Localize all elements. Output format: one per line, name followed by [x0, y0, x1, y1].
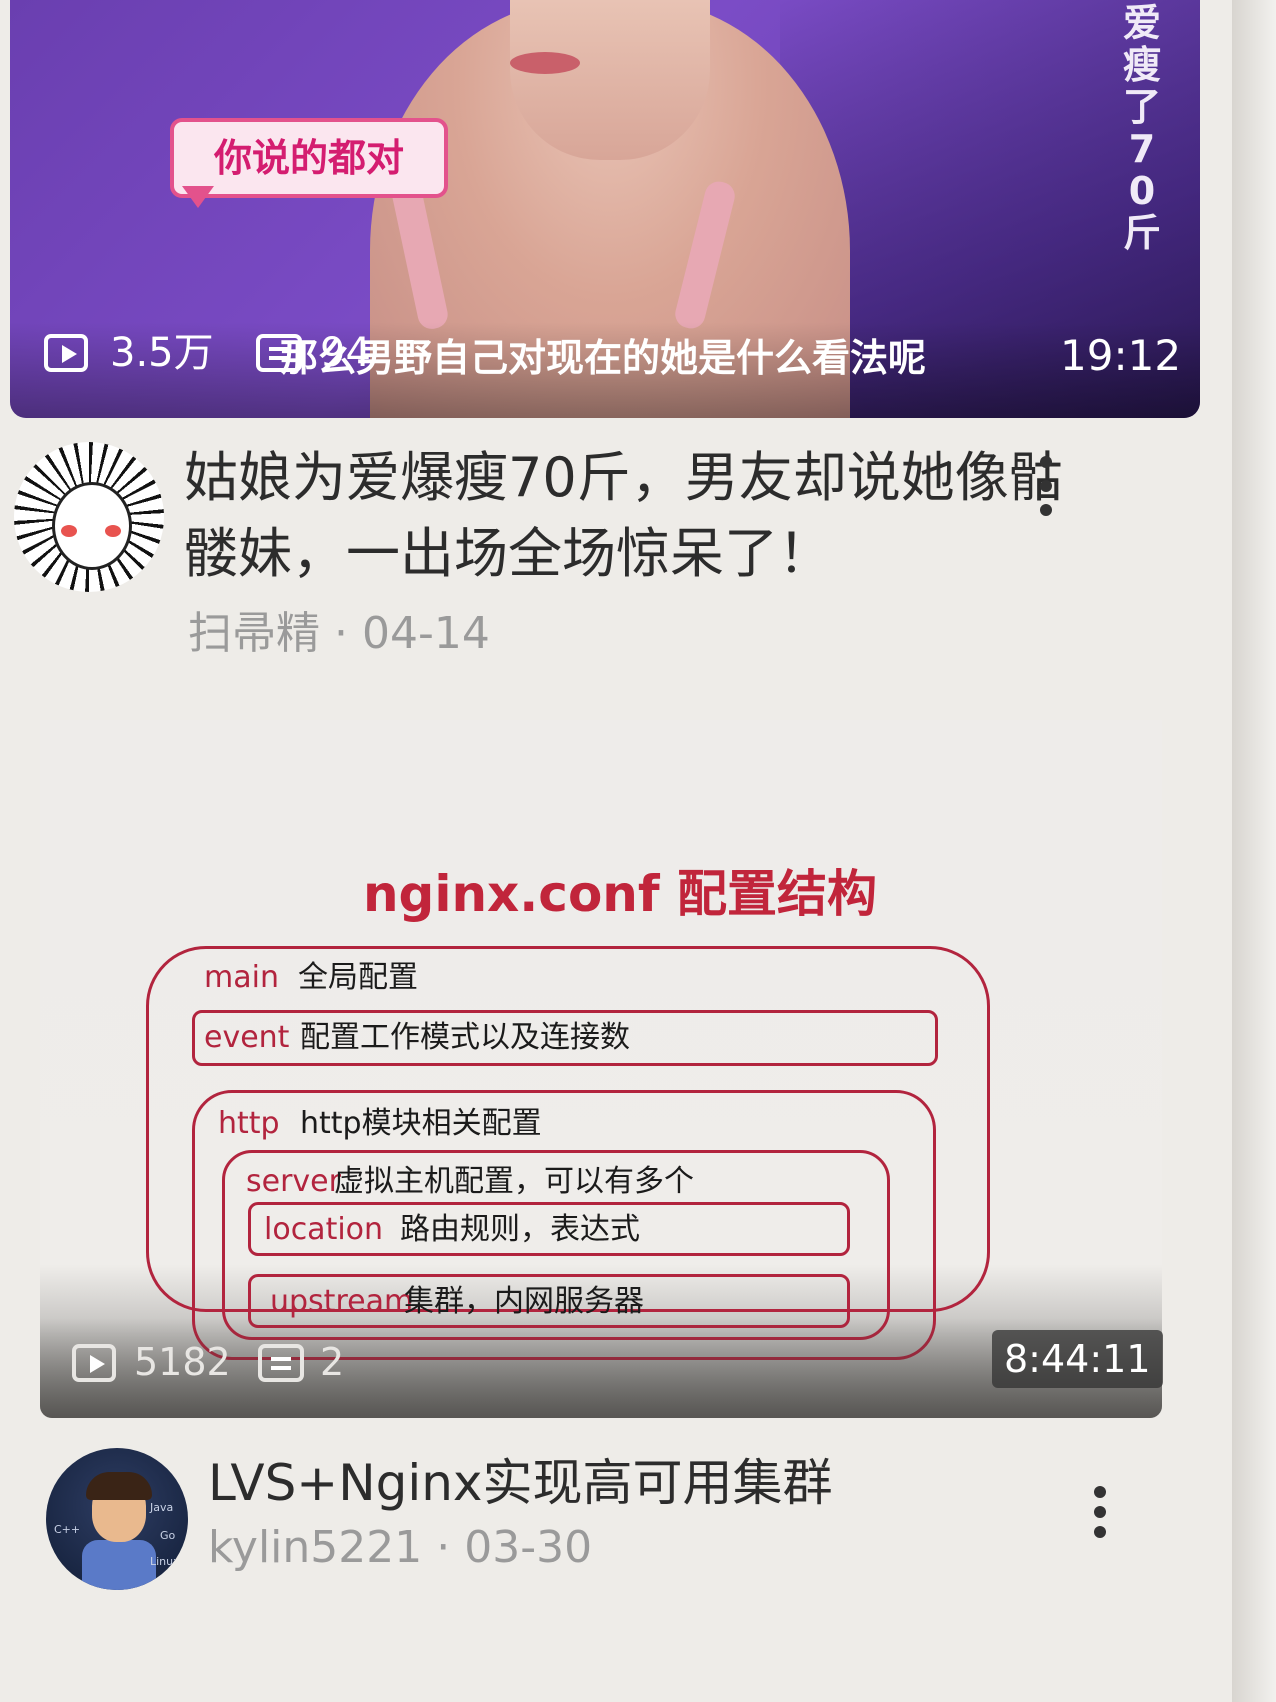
avatar-text: C++	[54, 1523, 81, 1536]
danmaku-icon	[258, 1344, 304, 1382]
more-options-icon[interactable]	[1034, 456, 1058, 518]
more-options-icon[interactable]	[1088, 1486, 1112, 1548]
avatar-cheek	[61, 525, 77, 537]
upstream-keyword: upstream	[270, 1284, 414, 1319]
http-description: http模块相关配置	[300, 1106, 542, 1141]
thumbnail-subtitle: 那么男野自己对现在的她是什么看法呢	[280, 336, 927, 380]
video-title[interactable]: LVS+Nginx实现高可用集群	[208, 1448, 833, 1518]
danmaku-icon	[256, 334, 302, 372]
server-description: 虚拟主机配置，可以有多个	[334, 1164, 694, 1199]
location-description: 路由规则，表达式	[400, 1212, 640, 1247]
upstream-description: 集群，内网服务器	[404, 1284, 644, 1319]
play-count: 3.5万	[110, 330, 214, 376]
thumbnail-face	[510, 0, 710, 160]
avatar-cheek	[105, 525, 121, 537]
danmaku-count: 2	[320, 1340, 345, 1384]
play-count: 5182	[134, 1340, 231, 1384]
author-avatar[interactable]	[14, 442, 164, 592]
video-title[interactable]: 姑娘为爱爆瘦70斤，男友却说她像骷髅妹，一出场全场惊呆了！	[184, 440, 1104, 592]
event-keyword: event	[204, 1020, 290, 1055]
thumbnail-vertical-caption: 爱瘦了70斤	[1122, 1, 1161, 255]
main-keyword: main	[204, 960, 279, 995]
slide-title: nginx.conf 配置结构	[362, 865, 878, 923]
video-duration: 8:44:11	[992, 1330, 1163, 1388]
server-keyword: server	[246, 1164, 341, 1199]
sticker-tail	[182, 186, 214, 208]
main-description: 全局配置	[298, 960, 418, 995]
avatar-figure-body	[82, 1540, 156, 1590]
avatar-cartoon-face	[52, 482, 132, 570]
video-author-date[interactable]: kylin5221 · 03-30	[208, 1518, 592, 1578]
location-keyword: location	[264, 1212, 384, 1247]
video-duration: 19:12	[1060, 331, 1182, 380]
avatar-text: Java	[150, 1501, 174, 1514]
play-count-icon	[72, 1344, 116, 1382]
http-keyword: http	[218, 1106, 280, 1141]
danmaku-count: 94	[320, 330, 371, 376]
avatar-text: Linux	[150, 1555, 180, 1568]
event-description: 配置工作模式以及连接数	[300, 1020, 630, 1055]
avatar-figure-hair	[86, 1472, 152, 1500]
thumbnail-lips	[510, 52, 580, 74]
video-author-date[interactable]: 扫帚精 · 04-14	[188, 604, 490, 664]
author-avatar[interactable]: Java C++ Go Linux	[46, 1448, 188, 1590]
play-count-icon	[44, 334, 88, 372]
device-edge	[1232, 0, 1276, 1702]
avatar-text: Go	[160, 1529, 176, 1542]
